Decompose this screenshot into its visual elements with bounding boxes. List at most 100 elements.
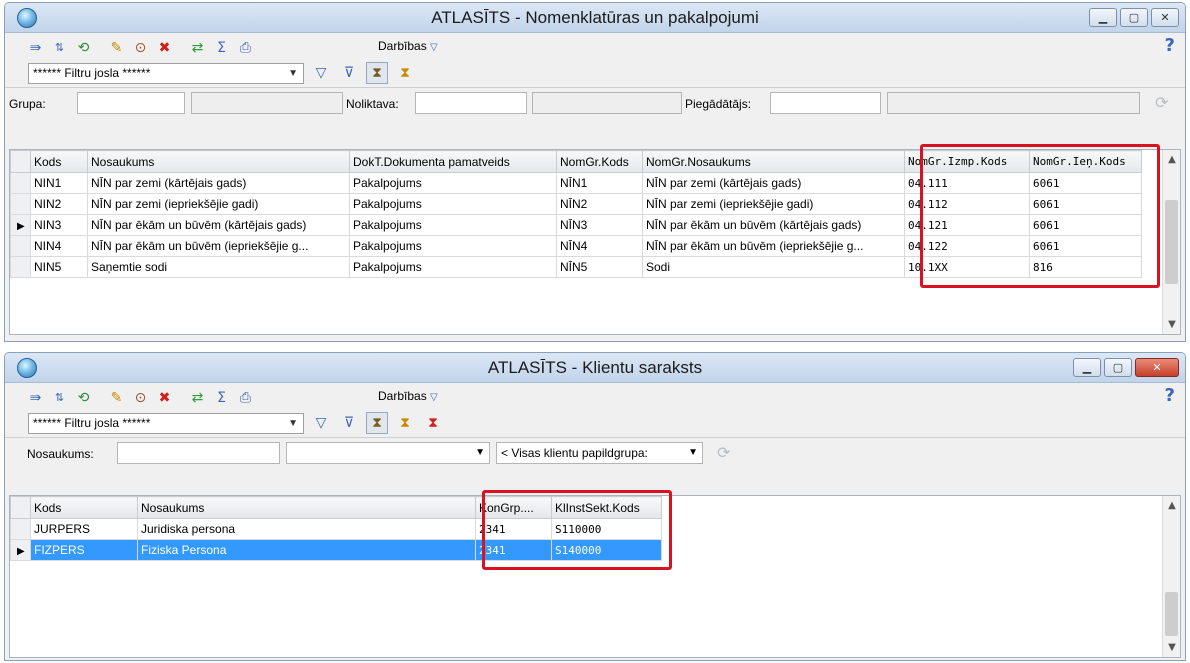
minimize-button[interactable]: ▁ (1089, 8, 1117, 27)
cell-name[interactable]: NĪN par zemi (kārtējais gads) (87, 172, 350, 194)
refresh-icon[interactable]: ⟲ (73, 37, 94, 58)
column-header[interactable]: NomGr.Ieņ.Kods (1029, 150, 1142, 173)
row-indicator[interactable] (10, 172, 31, 194)
filter-bar-select[interactable]: ****** Filtru josla ****** ▼ (28, 63, 304, 84)
warehouse-input[interactable] (415, 92, 527, 114)
export-icon[interactable]: ⇛ (25, 387, 46, 408)
maximize-button[interactable]: ▢ (1120, 8, 1148, 27)
cell-name[interactable]: Saņemtie sodi (87, 256, 350, 278)
cell-income-code[interactable]: 816 (1029, 256, 1142, 278)
cell-sector-code[interactable]: S140000 (551, 539, 662, 561)
column-header[interactable]: Kods (30, 150, 88, 173)
table-row[interactable]: JURPERS Juridiska persona 2341 S110000 (10, 518, 662, 540)
edit-icon[interactable]: ✎ (106, 387, 127, 408)
cell-name[interactable]: Fiziska Persona (137, 539, 476, 561)
filter-clear-icon[interactable]: ⊽ (338, 62, 360, 84)
view-icon[interactable]: ⊙ (130, 387, 151, 408)
cell-code[interactable]: FIZPERS (30, 539, 138, 561)
cell-doctype[interactable]: Pakalpojums (349, 256, 557, 278)
column-header[interactable]: Nosaukums (137, 496, 476, 519)
actions-menu[interactable]: Darbības ▽ (378, 389, 438, 403)
sync-icon[interactable]: ⇄ (187, 387, 208, 408)
row-indicator[interactable] (10, 256, 31, 278)
vertical-scrollbar[interactable]: ▲ ▼ (1162, 496, 1180, 657)
cell-name[interactable]: NĪN par zemi (iepriekšējie gadi) (87, 193, 350, 215)
filter-icon[interactable]: ▽ (310, 412, 332, 434)
cell-group-name[interactable]: NĪN par ēkām un būvēm (iepriekšējie g... (642, 235, 905, 257)
row-indicator[interactable] (10, 193, 31, 215)
sort-icon[interactable]: ⇅ (49, 37, 70, 58)
title-bar[interactable]: ATLASĪTS - Klientu saraksts ▁ ▢ ✕ (5, 353, 1185, 383)
cell-income-code[interactable]: 6061 (1029, 172, 1142, 194)
help-icon[interactable]: ? (1165, 385, 1175, 406)
scroll-thumb[interactable] (1165, 200, 1178, 284)
minimize-button[interactable]: ▁ (1073, 358, 1101, 377)
cell-group-code[interactable]: NĪN3 (556, 214, 643, 236)
refresh-icon[interactable]: ⟳ (1155, 93, 1168, 112)
hourglass-filter-icon[interactable]: ⧗ (394, 412, 416, 434)
print-icon[interactable]: ⎙ (235, 387, 256, 408)
row-indicator[interactable]: ▶ (10, 539, 31, 561)
chevron-up-icon[interactable]: ▲ (1163, 154, 1181, 165)
cell-income-code[interactable]: 6061 (1029, 193, 1142, 215)
column-header[interactable]: KlInstSekt.Kods (551, 496, 662, 519)
cell-group-name[interactable]: NĪN par zemi (iepriekšējie gadi) (642, 193, 905, 215)
cell-code[interactable]: NIN2 (30, 193, 88, 215)
subgroup-select[interactable]: < Visas klientu papildgrupa: ▼ (496, 442, 703, 464)
maximize-button[interactable]: ▢ (1104, 358, 1132, 377)
close-button[interactable]: ✕ (1135, 358, 1179, 377)
cell-group-code[interactable]: NĪN5 (556, 256, 643, 278)
column-header[interactable]: NomGr.Izmp.Kods (904, 150, 1030, 173)
group-input[interactable] (77, 92, 185, 114)
print-icon[interactable]: ⎙ (235, 37, 256, 58)
cell-group-code[interactable]: NĪN4 (556, 235, 643, 257)
cell-income-code[interactable]: 6061 (1029, 235, 1142, 257)
cell-doctype[interactable]: Pakalpojums (349, 235, 557, 257)
refresh-icon[interactable]: ⟲ (73, 387, 94, 408)
cell-expense-code[interactable]: 04.121 (904, 214, 1030, 236)
table-row-selected[interactable]: ▶ FIZPERS Fiziska Persona 2341 S140000 (10, 539, 662, 561)
sum-icon[interactable]: Σ (211, 37, 232, 58)
hourglass-filter-icon[interactable]: ⧗ (394, 62, 416, 84)
cell-code[interactable]: NIN3 (30, 214, 88, 236)
cell-doctype[interactable]: Pakalpojums (349, 193, 557, 215)
cell-doctype[interactable]: Pakalpojums (349, 172, 557, 194)
delete-icon[interactable]: ✖ (154, 37, 175, 58)
refresh-icon[interactable]: ⟳ (717, 443, 730, 462)
title-bar[interactable]: ATLASĪTS - Nomenklatūras un pakalpojumi … (5, 3, 1185, 33)
cell-account-group[interactable]: 2341 (475, 539, 552, 561)
scroll-thumb[interactable] (1165, 592, 1178, 636)
column-header[interactable]: Nosaukums (87, 150, 350, 173)
table-row[interactable]: NIN5 Saņemtie sodi Pakalpojums NĪN5 Sodi… (10, 256, 1142, 278)
name-mode-select[interactable]: ▼ (286, 442, 490, 464)
table-row[interactable]: NIN1 NĪN par zemi (kārtējais gads) Pakal… (10, 172, 1142, 194)
chevron-up-icon[interactable]: ▲ (1163, 500, 1181, 511)
edit-icon[interactable]: ✎ (106, 37, 127, 58)
cell-group-name[interactable]: NĪN par ēkām un būvēm (kārtējais gads) (642, 214, 905, 236)
cell-code[interactable]: JURPERS (30, 518, 138, 540)
column-header[interactable]: NomGr.Kods (556, 150, 643, 173)
cell-account-group[interactable]: 2341 (475, 518, 552, 540)
cell-expense-code[interactable]: 04.112 (904, 193, 1030, 215)
cell-name[interactable]: NĪN par ēkām un būvēm (kārtējais gads) (87, 214, 350, 236)
cell-group-code[interactable]: NĪN2 (556, 193, 643, 215)
column-header[interactable]: Kods (30, 496, 138, 519)
sync-icon[interactable]: ⇄ (187, 37, 208, 58)
cell-sector-code[interactable]: S110000 (551, 518, 662, 540)
view-icon[interactable]: ⊙ (130, 37, 151, 58)
cell-group-name[interactable]: NĪN par zemi (kārtējais gads) (642, 172, 905, 194)
row-indicator[interactable]: ▶ (10, 214, 31, 236)
chevron-down-icon[interactable]: ▼ (1163, 642, 1181, 653)
column-header[interactable]: NomGr.Nosaukums (642, 150, 905, 173)
cell-name[interactable]: NĪN par ēkām un būvēm (iepriekšējie g... (87, 235, 350, 257)
cell-expense-code[interactable]: 04.122 (904, 235, 1030, 257)
table-row[interactable]: NIN4 NĪN par ēkām un būvēm (iepriekšējie… (10, 235, 1142, 257)
export-icon[interactable]: ⇛ (25, 37, 46, 58)
cell-doctype[interactable]: Pakalpojums (349, 214, 557, 236)
hourglass-icon[interactable]: ⧗ (366, 412, 388, 434)
column-header[interactable]: DokT.Dokumenta pamatveids (349, 150, 557, 173)
close-button[interactable]: ✕ (1151, 8, 1179, 27)
delete-icon[interactable]: ✖ (154, 387, 175, 408)
supplier-input[interactable] (770, 92, 881, 114)
row-indicator[interactable] (10, 518, 31, 540)
